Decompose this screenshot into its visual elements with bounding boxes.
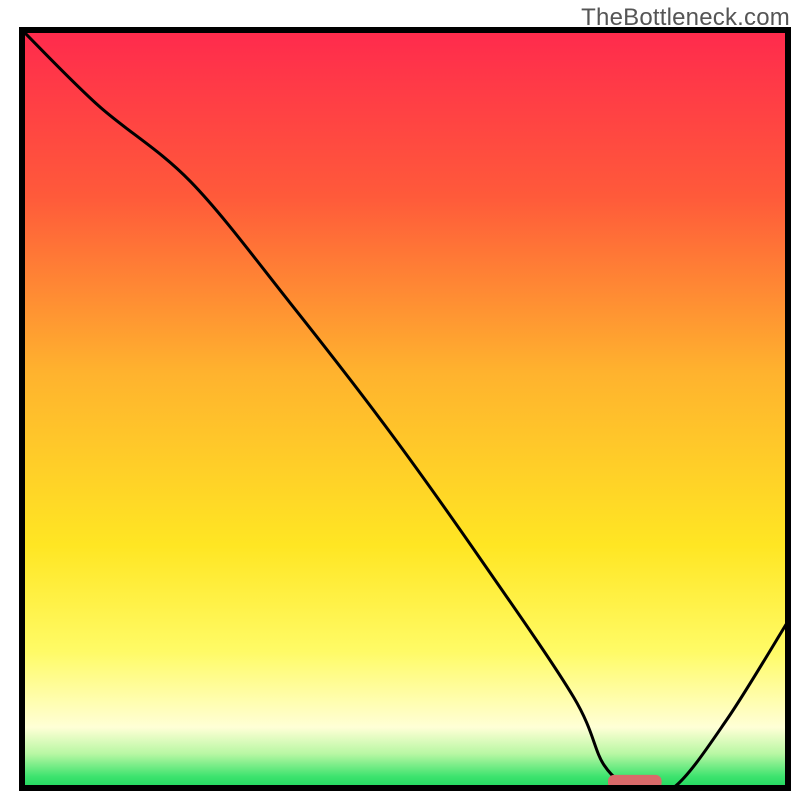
watermark-text: TheBottleneck.com xyxy=(581,4,790,32)
bottleneck-chart xyxy=(0,0,800,800)
gradient-background xyxy=(22,30,788,788)
chart-frame: TheBottleneck.com xyxy=(0,0,800,800)
